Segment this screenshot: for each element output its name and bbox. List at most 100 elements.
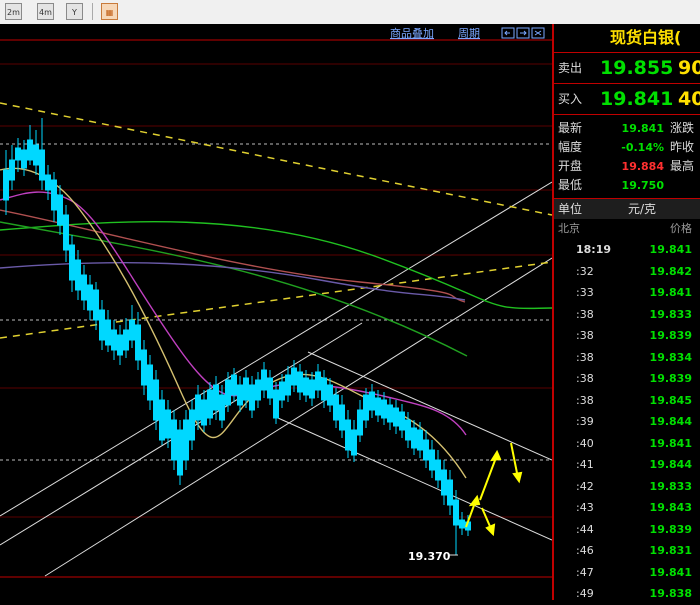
candle-body bbox=[63, 214, 69, 251]
instrument-title: 现货白银( bbox=[554, 24, 700, 53]
toolbar-separator bbox=[92, 3, 93, 20]
candle-body bbox=[99, 309, 105, 341]
candle-body bbox=[255, 379, 261, 401]
candle-body bbox=[165, 409, 171, 439]
unit-value: 元/克 bbox=[628, 202, 657, 216]
candle-body bbox=[45, 174, 51, 191]
period-4m-button[interactable]: 4m bbox=[37, 3, 54, 20]
stat-label-2: 涨跌 bbox=[670, 121, 695, 135]
tick-price: 19.844 bbox=[649, 415, 692, 428]
tick-price: 19.839 bbox=[649, 522, 692, 536]
tick-price: 19.845 bbox=[649, 393, 692, 407]
tick-price: 19.844 bbox=[649, 458, 692, 471]
tick-time: :42 bbox=[576, 479, 594, 493]
tick-row: :38 19.845 bbox=[554, 390, 700, 412]
price-column-header: 价格 bbox=[670, 222, 692, 235]
candle-body bbox=[75, 259, 81, 291]
candle-body bbox=[225, 379, 231, 406]
candle-body bbox=[183, 419, 189, 461]
candle-body bbox=[9, 159, 15, 181]
candle-body bbox=[123, 329, 129, 351]
sell-row: 卖出 19.855 90 bbox=[554, 53, 700, 84]
stat-row: 幅度 -0.14% 昨收 bbox=[554, 138, 700, 157]
tick-time: :44 bbox=[576, 522, 594, 536]
tick-time: :46 bbox=[576, 544, 594, 557]
candle-body bbox=[129, 319, 135, 341]
candle-body bbox=[135, 324, 141, 361]
candle-body bbox=[69, 244, 75, 281]
period-link[interactable]: 周期 bbox=[458, 27, 480, 40]
candle-body bbox=[15, 147, 21, 161]
candle-body bbox=[303, 377, 309, 396]
unit-label: 单位 bbox=[558, 202, 583, 216]
tick-row: :43 19.843 bbox=[554, 497, 700, 519]
candle-body bbox=[171, 419, 177, 461]
tick-row: 18:19 19.841 bbox=[554, 239, 700, 261]
tick-header: 北京 价格 bbox=[554, 219, 700, 239]
candle-body bbox=[405, 419, 411, 441]
candle-body bbox=[51, 179, 57, 211]
calculator-icon[interactable]: ▦ bbox=[101, 3, 118, 20]
stat-value: 19.750 bbox=[621, 179, 664, 192]
tick-row: :38 19.839 bbox=[554, 368, 700, 390]
candle-body bbox=[111, 329, 117, 351]
candle-body bbox=[27, 139, 33, 161]
candle-body bbox=[369, 391, 375, 411]
candle-body bbox=[93, 289, 99, 321]
candle-body bbox=[177, 429, 183, 476]
sell-price: 19.855 bbox=[600, 57, 674, 79]
tick-price: 19.841 bbox=[649, 286, 692, 299]
candle-body bbox=[297, 371, 303, 393]
tick-row: :38 19.834 bbox=[554, 347, 700, 369]
filter-button[interactable]: Y bbox=[66, 3, 83, 20]
candle-body bbox=[459, 519, 465, 529]
tick-row: :39 19.844 bbox=[554, 411, 700, 433]
candle-body bbox=[87, 284, 93, 311]
tick-row: :38 19.833 bbox=[554, 304, 700, 326]
buy-volume: 40 bbox=[678, 88, 700, 110]
tick-row: :44 19.839 bbox=[554, 519, 700, 541]
tick-time: :38 bbox=[576, 372, 594, 385]
candle-body bbox=[453, 499, 459, 526]
candle-body bbox=[327, 384, 333, 406]
tick-row: :47 19.841 bbox=[554, 562, 700, 584]
sell-label: 卖出 bbox=[558, 61, 583, 75]
candle-body bbox=[39, 149, 45, 181]
candle-body bbox=[243, 377, 249, 401]
candle-body bbox=[435, 459, 441, 481]
tick-row: :33 19.841 bbox=[554, 282, 700, 304]
period-2m-button[interactable]: 2m bbox=[5, 3, 22, 20]
tick-time: :43 bbox=[576, 501, 594, 514]
tick-time: :38 bbox=[576, 350, 594, 364]
tick-row: :41 19.844 bbox=[554, 454, 700, 476]
candle-body bbox=[219, 394, 225, 421]
candle-body bbox=[399, 411, 405, 431]
candle-body bbox=[279, 381, 285, 401]
overlay-link[interactable]: 商品叠加 bbox=[390, 26, 434, 40]
candle-body bbox=[267, 377, 273, 399]
time-column-header: 北京 bbox=[558, 222, 580, 235]
candle-body bbox=[249, 384, 255, 411]
tick-time: :41 bbox=[576, 458, 594, 471]
unit-row: 单位 元/克 bbox=[554, 198, 700, 219]
candle-body bbox=[201, 399, 207, 426]
candle-body bbox=[231, 374, 237, 396]
candle-body bbox=[363, 394, 369, 421]
buy-label: 买入 bbox=[558, 92, 583, 106]
stat-row: 最低 19.750 bbox=[554, 176, 700, 195]
tick-price: 19.833 bbox=[649, 307, 692, 321]
candle-body bbox=[153, 379, 159, 421]
tick-price: 19.834 bbox=[649, 350, 692, 364]
stat-label: 幅度 bbox=[558, 140, 583, 154]
tick-price: 19.841 bbox=[649, 436, 692, 450]
candle-body bbox=[237, 384, 243, 406]
tick-time: 18:19 bbox=[576, 243, 612, 256]
candle-body bbox=[189, 409, 195, 441]
stat-value: 19.884 bbox=[621, 160, 664, 173]
tick-row: :32 19.842 bbox=[554, 261, 700, 283]
tick-time: :40 bbox=[576, 436, 594, 450]
stats-block: 最新 19.841 涨跌 幅度 -0.14% 昨收 开盘 19.884 最高 最低 19.750 bbox=[554, 119, 700, 195]
candle-body bbox=[195, 394, 201, 421]
stat-label: 最低 bbox=[558, 178, 583, 192]
tick-time: :32 bbox=[576, 264, 594, 278]
